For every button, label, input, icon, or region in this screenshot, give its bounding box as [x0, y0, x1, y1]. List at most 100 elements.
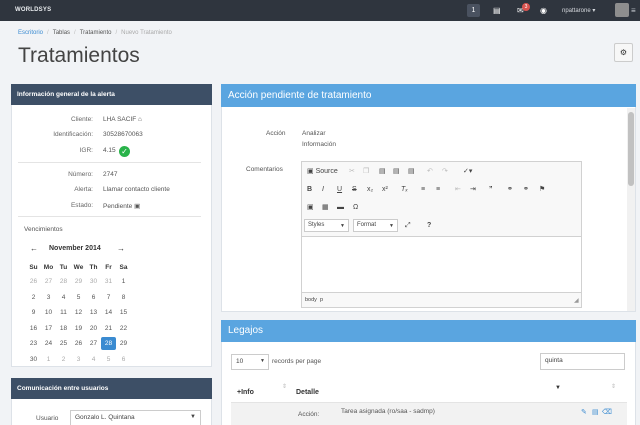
sort-icon[interactable]: ⇕	[282, 383, 287, 390]
calendar-day[interactable]: 27	[41, 278, 56, 285]
image-icon[interactable]: ▣	[307, 203, 314, 212]
resize-handle-icon[interactable]: ◢	[574, 297, 579, 304]
calendar-day[interactable]: 10	[41, 309, 56, 316]
bulleted-list-icon[interactable]: ≡	[436, 185, 440, 194]
superscript-icon[interactable]: x²	[382, 185, 388, 194]
calendar-day[interactable]: 27	[86, 340, 101, 347]
calendar-day[interactable]: 21	[101, 325, 116, 332]
sort-icon[interactable]: ⇕	[611, 383, 616, 390]
sort-desc-icon[interactable]: ▼	[555, 385, 561, 391]
avatar[interactable]	[615, 3, 629, 17]
calendar-day[interactable]: 28	[101, 337, 116, 351]
calendar-day[interactable]: 31	[101, 278, 116, 285]
calendar-day[interactable]: 23	[26, 340, 41, 347]
calendar-day[interactable]: 2	[56, 356, 71, 363]
cut-icon[interactable]: ✂	[349, 167, 355, 176]
path-p[interactable]: p	[320, 297, 323, 303]
outdent-icon[interactable]: ⇤	[455, 185, 461, 194]
calendar-day[interactable]: 25	[56, 340, 71, 347]
calendar-day[interactable]: 14	[101, 309, 116, 316]
redo-icon[interactable]: ↷	[442, 167, 448, 176]
calendar-day[interactable]: 29	[116, 340, 131, 347]
calendar-day[interactable]: 3	[41, 294, 56, 301]
help-icon[interactable]: ?	[427, 221, 431, 230]
calendar-day[interactable]: 9	[26, 309, 41, 316]
calendar-day[interactable]: 29	[71, 278, 86, 285]
calendar-day[interactable]: 1	[116, 278, 131, 285]
calendar-day[interactable]: 3	[71, 356, 86, 363]
usuario-select[interactable]: Gonzalo L. Quintana ▼	[70, 410, 201, 425]
calendar-day[interactable]: 8	[116, 294, 131, 301]
arrow-left-icon[interactable]: ←	[30, 244, 38, 253]
strikethrough-icon[interactable]: S	[352, 185, 357, 194]
page-size-select[interactable]: 10 ▼	[231, 354, 269, 370]
settings-button[interactable]: ⚙	[614, 43, 633, 62]
italic-icon[interactable]: I	[322, 185, 324, 194]
remove-format-icon[interactable]: Tₓ	[401, 185, 408, 194]
user-menu[interactable]: npattarone ▾	[562, 7, 595, 14]
calendar-day[interactable]: 17	[41, 325, 56, 332]
calendar-day[interactable]: 22	[116, 325, 131, 332]
breadcrumb-tablas[interactable]: Tablas	[53, 30, 70, 36]
format-dropdown[interactable]: Format ▼	[353, 219, 398, 232]
calendar-day[interactable]: 30	[86, 278, 101, 285]
calendar-day[interactable]: 2	[26, 294, 41, 301]
notifications-count-button[interactable]: 1	[467, 4, 480, 17]
special-char-icon[interactable]: Ω	[353, 203, 358, 212]
column-header-info[interactable]: +Info	[237, 389, 254, 396]
calendar-day[interactable]: 1	[41, 356, 56, 363]
anchor-flag-icon[interactable]: ⚑	[539, 185, 545, 194]
calendar-day[interactable]: 15	[116, 309, 131, 316]
arrow-right-icon[interactable]: →	[117, 244, 125, 253]
calendar-day[interactable]: 13	[86, 309, 101, 316]
trash-icon[interactable]: ⌫	[602, 408, 612, 416]
calendar-day[interactable]: 4	[86, 356, 101, 363]
scrollbar-thumb[interactable]	[628, 112, 634, 186]
menu-lines-icon[interactable]: ≡	[631, 6, 636, 15]
calendar-day[interactable]: 7	[101, 294, 116, 301]
bell-icon[interactable]: ◉	[540, 5, 547, 16]
bold-icon[interactable]: B	[307, 185, 312, 194]
calendar-day[interactable]: 11	[56, 309, 71, 316]
brand-logo[interactable]: WORLDSYS	[15, 7, 51, 13]
paste-text-icon[interactable]: ▤	[393, 167, 400, 176]
breadcrumb-tratamiento[interactable]: Tratamiento	[80, 30, 112, 36]
search-input[interactable]: quinta	[540, 353, 625, 370]
copy-icon[interactable]: ❐	[363, 167, 369, 176]
link-icon[interactable]: ⚭	[507, 185, 513, 194]
blockquote-icon[interactable]: ”	[489, 185, 493, 194]
paste-word-icon[interactable]: ▤	[408, 167, 415, 176]
source-button[interactable]: ▣ Source	[307, 167, 338, 176]
briefcase-icon[interactable]: ▤	[493, 5, 501, 16]
indent-icon[interactable]: ⇥	[470, 185, 476, 194]
column-header-detalle[interactable]: Detalle	[296, 389, 319, 396]
edit-icon[interactable]: ✎	[581, 408, 587, 416]
spellcheck-icon[interactable]: ✓▾	[463, 167, 472, 176]
maximize-icon[interactable]: ⤢	[405, 221, 411, 230]
breadcrumb-escritorio[interactable]: Escritorio	[18, 30, 43, 36]
document-icon[interactable]: ▤	[592, 408, 599, 416]
calendar-day[interactable]: 4	[56, 294, 71, 301]
calendar-day[interactable]: 24	[41, 340, 56, 347]
horizontal-line-icon[interactable]: ▬	[337, 203, 344, 212]
paste-icon[interactable]: ▤	[379, 167, 386, 176]
calendar-day[interactable]: 16	[26, 325, 41, 332]
editor-content-area[interactable]	[302, 236, 581, 293]
calendar-month[interactable]: November 2014	[49, 245, 101, 252]
calendar-day[interactable]: 6	[116, 356, 131, 363]
numbered-list-icon[interactable]: ≡	[421, 185, 425, 194]
undo-icon[interactable]: ↶	[427, 167, 433, 176]
calendar-day[interactable]: 12	[71, 309, 86, 316]
calendar-day[interactable]: 19	[71, 325, 86, 332]
table-icon[interactable]: ▦	[322, 203, 329, 212]
styles-dropdown[interactable]: Styles ▼	[304, 219, 349, 232]
subscript-icon[interactable]: x₂	[367, 185, 373, 194]
calendar-day[interactable]: 20	[86, 325, 101, 332]
underline-icon[interactable]: U	[337, 185, 342, 194]
path-body[interactable]: body	[305, 297, 317, 303]
calendar-day[interactable]: 6	[86, 294, 101, 301]
calendar-day[interactable]: 5	[101, 356, 116, 363]
calendar-day[interactable]: 26	[71, 340, 86, 347]
unlink-icon[interactable]: ⚭	[523, 185, 529, 194]
calendar-day[interactable]: 5	[71, 294, 86, 301]
